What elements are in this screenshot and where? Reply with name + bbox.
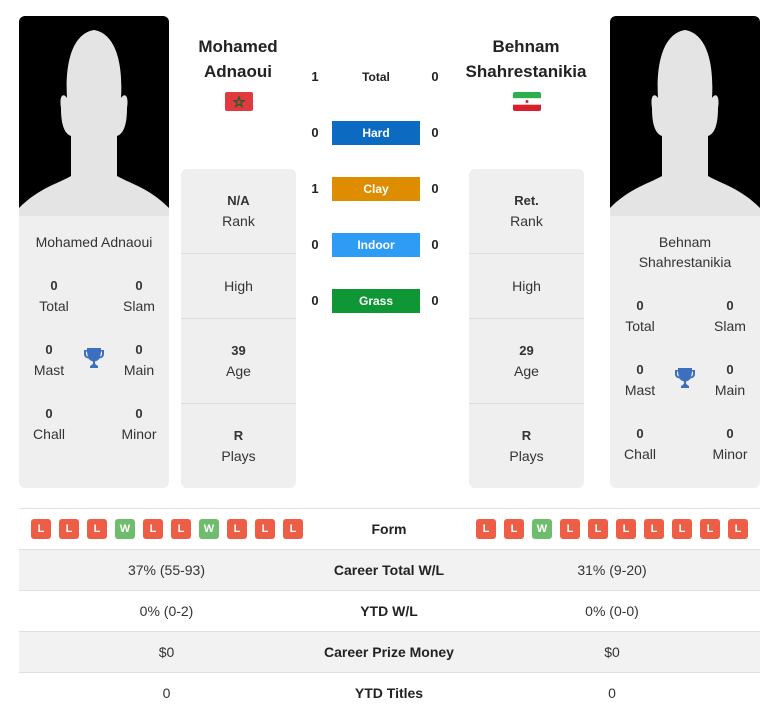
- surface-grass-button[interactable]: Grass: [332, 289, 420, 313]
- form-badge-loss[interactable]: L: [87, 519, 107, 539]
- player1-ytd-wl: 0% (0-2): [139, 603, 194, 619]
- player2-titles-total: 0 Total: [625, 298, 655, 334]
- player2-titles-chall: 0 Chall: [624, 426, 656, 462]
- player2-form: LLWLLLLLLL: [476, 519, 748, 539]
- player2-name[interactable]: Behnam Shahrestanikia: [451, 34, 601, 84]
- player2-high: High: [469, 254, 584, 319]
- player1-age: 39 Age: [181, 319, 296, 404]
- h2h-p2-clay: 0: [431, 181, 439, 196]
- player2-titles-main: 0 Main: [714, 362, 746, 398]
- form-badge-loss[interactable]: L: [644, 519, 664, 539]
- player1-info: N/A Rank High 39 Age R Plays: [181, 169, 296, 488]
- player2-age: 29 Age: [469, 319, 584, 404]
- stat-row-ytd-wl: 0% (0-2) YTD W/L 0% (0-0): [19, 590, 760, 631]
- player1-titles-chall: 0 Chall: [33, 406, 65, 442]
- h2h-p2-total: 0: [431, 69, 439, 84]
- player2-ytd-wl: 0% (0-0): [585, 603, 639, 619]
- form-badge-loss[interactable]: L: [672, 519, 692, 539]
- h2h-p2-grass: 0: [431, 293, 439, 308]
- h2h-p1-indoor: 0: [311, 237, 319, 252]
- player1-plays: R Plays: [221, 428, 256, 464]
- h2h-indoor-row: 0 Indoor 0: [305, 233, 445, 257]
- player2-career-wl: 31% (9-20): [577, 562, 647, 578]
- h2h-total-row: 1 Total 0: [305, 65, 445, 89]
- h2h-grass-row: 0 Grass 0: [305, 289, 445, 313]
- form-badge-loss[interactable]: L: [227, 519, 247, 539]
- form-badge-loss[interactable]: L: [31, 519, 51, 539]
- player2-info: Ret. Rank High 29 Age R Plays: [469, 169, 584, 488]
- player1-titles-total: 0 Total: [39, 278, 69, 314]
- player1-titles-minor: 0 Minor: [121, 406, 157, 442]
- player2-plays: R Plays: [509, 428, 544, 464]
- form-badge-loss[interactable]: L: [476, 519, 496, 539]
- player1-titles-slam: 0 Slam: [123, 278, 155, 314]
- player2-ytd-titles: 0: [608, 685, 616, 701]
- form-badge-loss[interactable]: L: [588, 519, 608, 539]
- ytd-wl-label: YTD W/L: [360, 603, 418, 619]
- player1-high: High: [181, 254, 296, 319]
- player1-form: LLLWLLWLLL: [31, 519, 303, 539]
- form-badge-win[interactable]: W: [115, 519, 135, 539]
- form-badge-loss[interactable]: L: [560, 519, 580, 539]
- form-badge-loss[interactable]: L: [255, 519, 275, 539]
- form-badge-loss[interactable]: L: [700, 519, 720, 539]
- stat-row-prize-money: $0 Career Prize Money $0: [19, 631, 760, 672]
- form-row: LLLWLLWLLL Form LLWLLLLLLL: [19, 508, 760, 549]
- player1-card: Mohamed Adnaoui 0 Total 0 Slam 0 Mast 0 Main…: [19, 16, 169, 488]
- player2-titles-slam: 0 Slam: [714, 298, 746, 334]
- h2h-p1-total: 1: [311, 69, 319, 84]
- player1-card-name: Mohamed Adnaoui: [35, 234, 153, 250]
- player2-card: Behnam Shahrestanikia 0 Total 0 Slam 0 Mast …: [610, 16, 760, 488]
- morocco-flag-icon: [225, 92, 253, 111]
- stat-row-career-wl: 37% (55-93) Career Total W/L 31% (9-20): [19, 549, 760, 590]
- trophy-icon: [82, 346, 106, 370]
- h2h-p1-hard: 0: [311, 125, 319, 140]
- player2-prize-money: $0: [604, 644, 620, 660]
- h2h-hard-row: 0 Hard 0: [305, 121, 445, 145]
- trophy-icon: [673, 366, 697, 390]
- h2h-p2-indoor: 0: [431, 237, 439, 252]
- player1-rank: N/A Rank: [181, 169, 296, 254]
- stats-table: LLLWLLWLLL Form LLWLLLLLLL 37% (55-93) C…: [19, 508, 760, 713]
- player2-photo: [610, 16, 760, 216]
- player1-titles-mast: 0 Mast: [33, 342, 65, 378]
- surface-hard-button[interactable]: Hard: [332, 121, 420, 145]
- form-label: Form: [371, 521, 407, 537]
- surface-clay-button[interactable]: Clay: [332, 177, 420, 201]
- player2-titles-minor: 0 Minor: [712, 426, 748, 462]
- career-wl-label: Career Total W/L: [333, 562, 445, 578]
- form-badge-loss[interactable]: L: [59, 519, 79, 539]
- form-badge-loss[interactable]: L: [728, 519, 748, 539]
- prize-money-label: Career Prize Money: [324, 644, 454, 660]
- h2h-p1-clay: 1: [311, 181, 319, 196]
- h2h-p2-hard: 0: [431, 125, 439, 140]
- player1-photo: [19, 16, 169, 216]
- form-badge-loss[interactable]: L: [143, 519, 163, 539]
- form-badge-loss[interactable]: L: [283, 519, 303, 539]
- player1-name[interactable]: Mohamed Adnaoui: [163, 34, 313, 84]
- form-badge-win[interactable]: W: [199, 519, 219, 539]
- player1-prize-money: $0: [158, 644, 175, 660]
- form-badge-win[interactable]: W: [532, 519, 552, 539]
- form-badge-loss[interactable]: L: [504, 519, 524, 539]
- player1-career-wl: 37% (55-93): [127, 562, 206, 578]
- player2-card-name: Behnam Shahrestanikia: [638, 234, 732, 270]
- player2-rank: Ret. Rank: [469, 169, 584, 254]
- ytd-titles-label: YTD Titles: [354, 685, 424, 701]
- stat-row-ytd-titles: 0 YTD Titles 0: [19, 672, 760, 713]
- form-badge-loss[interactable]: L: [171, 519, 191, 539]
- h2h-clay-row: 1 Clay 0: [305, 177, 445, 201]
- h2h-total-label: Total: [362, 70, 390, 84]
- iran-flag-icon: [513, 92, 541, 111]
- player1-ytd-titles: 0: [162, 685, 171, 701]
- h2h-p1-grass: 0: [311, 293, 319, 308]
- player2-titles-mast: 0 Mast: [624, 362, 656, 398]
- form-badge-loss[interactable]: L: [616, 519, 636, 539]
- player1-titles-main: 0 Main: [123, 342, 155, 378]
- surface-indoor-button[interactable]: Indoor: [332, 233, 420, 257]
